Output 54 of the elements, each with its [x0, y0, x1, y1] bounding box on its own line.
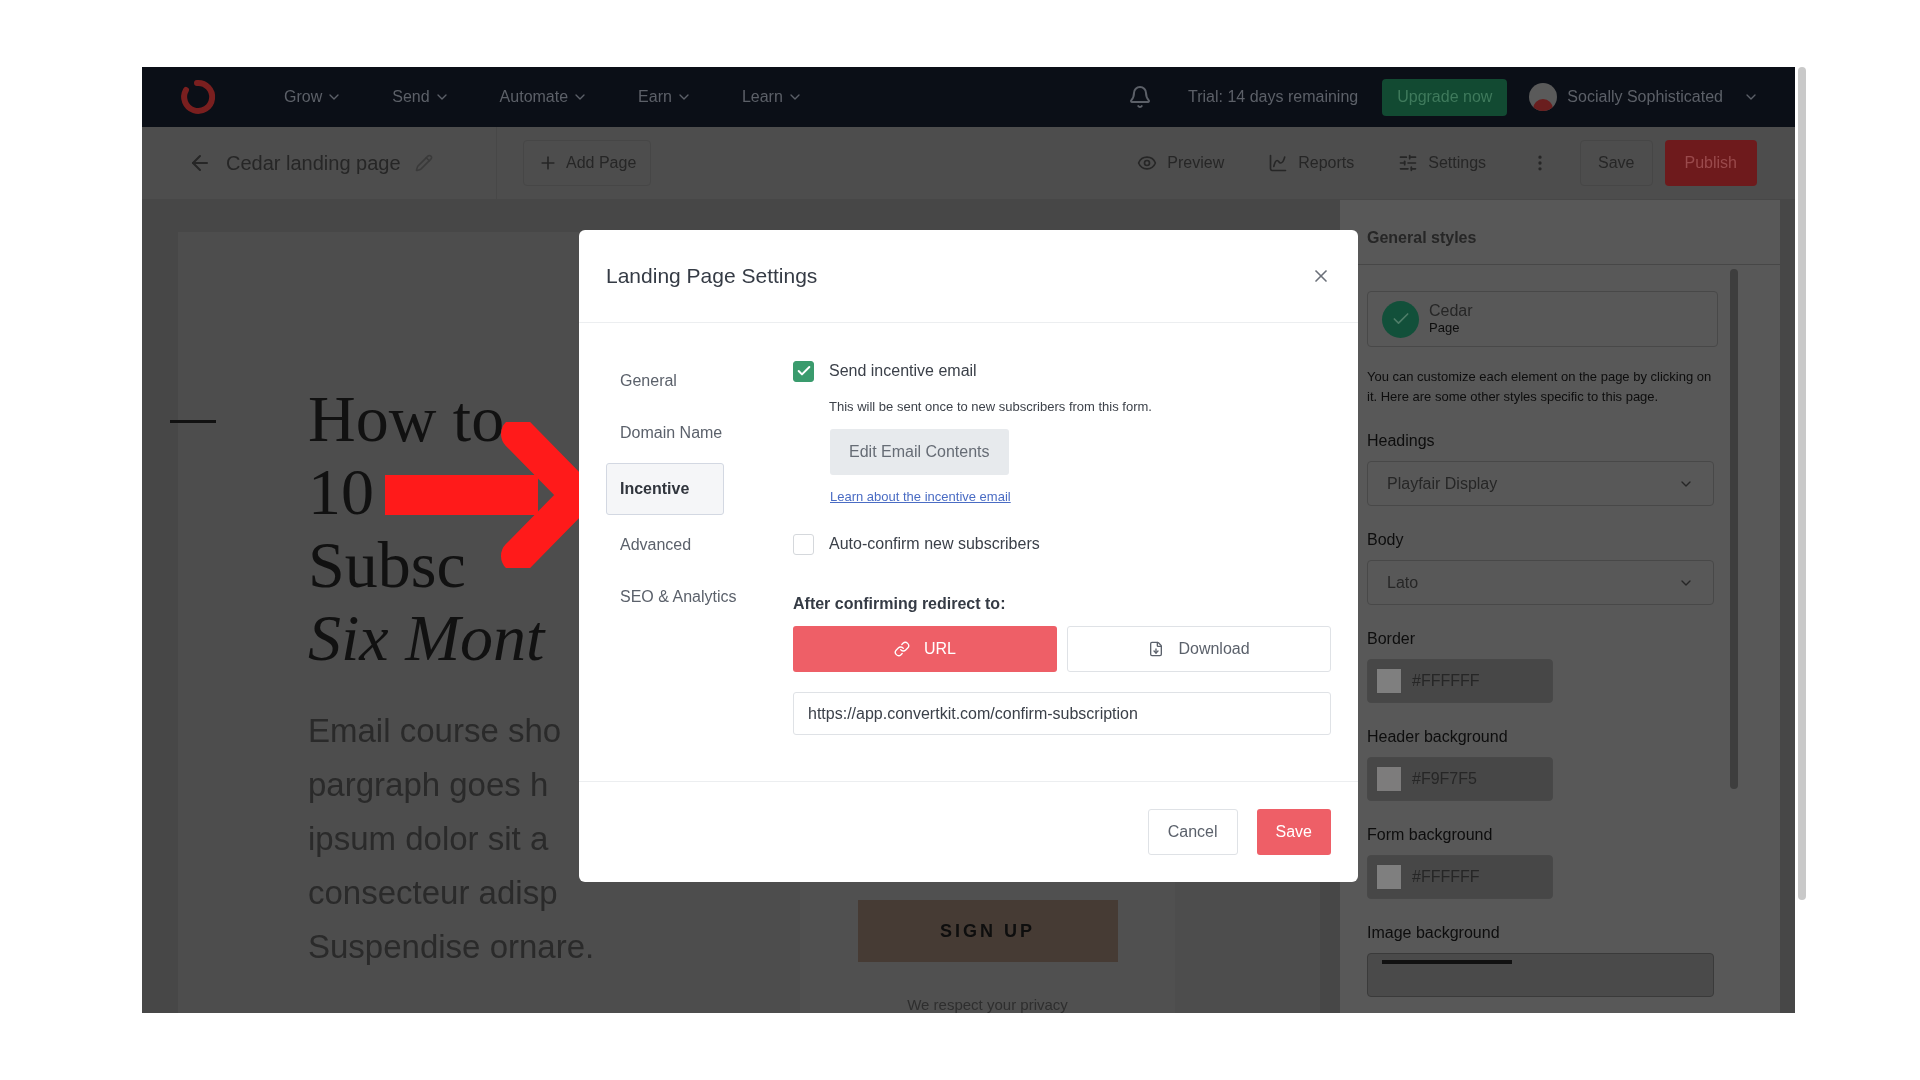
learn-link[interactable]: Learn about the incentive email — [830, 486, 1011, 506]
heading-line: Subsc — [308, 528, 466, 601]
eye-icon — [1137, 153, 1158, 173]
settings-tab[interactable]: Advanced — [606, 523, 706, 567]
edit-email-button[interactable]: Edit Email Contents — [830, 428, 1009, 475]
link-icon — [894, 641, 910, 657]
cancel-button[interactable]: Cancel — [1147, 809, 1238, 855]
heading-line: 10 — [308, 455, 374, 528]
redirect-option[interactable]: URL — [793, 626, 1057, 672]
field-label: Image background — [1367, 923, 1501, 943]
color-swatch — [1376, 864, 1402, 890]
color-swatch — [1376, 668, 1402, 694]
settings-tab[interactable]: General — [606, 359, 691, 403]
account-menu[interactable]: Socially Sophisticated — [1567, 85, 1759, 109]
nav-menu[interactable]: Earn — [638, 85, 692, 109]
field-label: Form background — [1367, 825, 1494, 845]
accent-rule — [170, 420, 216, 423]
settings-tab[interactable]: Incentive — [606, 463, 724, 515]
redirect-label: After confirming redirect to: — [793, 594, 1007, 614]
file-icon — [1148, 641, 1165, 657]
nav-menu[interactable]: Grow — [284, 85, 343, 109]
field-label: Headings — [1367, 431, 1436, 451]
page-scrollbar[interactable] — [1798, 67, 1806, 900]
nav-menu[interactable]: Learn — [741, 85, 803, 109]
heading-line: How to — [308, 382, 505, 455]
field-label: Border — [1367, 629, 1417, 649]
settings-tab[interactable]: Domain Name — [606, 411, 737, 455]
settings-icon — [1398, 153, 1419, 173]
nav-menu[interactable]: Automate — [499, 85, 589, 109]
theme-type: Page — [1429, 320, 1461, 336]
redirect-option[interactable]: Download — [1067, 626, 1331, 672]
panel-scrollbar[interactable] — [1730, 269, 1738, 789]
notification-icon[interactable] — [1128, 85, 1153, 109]
panel-description: You can customize each element on the page by clicking on it. Here are some other styles specific to this page. — [1367, 368, 1713, 406]
incentive-description: This will be sent once to new subscribers from this form. — [829, 398, 1153, 416]
checkbox[interactable] — [793, 360, 814, 382]
checkbox-label: Send incentive email — [829, 361, 977, 381]
save-button[interactable]: Save — [1256, 809, 1331, 855]
image-field[interactable] — [1367, 953, 1714, 997]
field-label: Header background — [1367, 727, 1509, 747]
nav-menu[interactable]: Send — [392, 85, 450, 109]
settings-tab[interactable]: SEO & Analytics — [606, 575, 751, 619]
check-icon — [1382, 300, 1419, 338]
trial-status: Trial: 14 days remaining — [1188, 87, 1359, 107]
logo-icon — [178, 78, 216, 116]
dialog-title: Landing Page Settings — [606, 263, 818, 290]
sign-up-button[interactable]: SIGN UP — [857, 900, 1118, 962]
avatar-icon — [1529, 83, 1558, 111]
chart-icon — [1268, 153, 1289, 173]
color-swatch — [1376, 766, 1402, 792]
field-label: Body — [1367, 530, 1405, 550]
url-input[interactable]: https://app.convertkit.com/confirm-subscription — [793, 692, 1331, 735]
checkbox-label: Auto-confirm new subscribers — [829, 534, 1040, 554]
heading-line: Six Mont — [308, 601, 545, 674]
